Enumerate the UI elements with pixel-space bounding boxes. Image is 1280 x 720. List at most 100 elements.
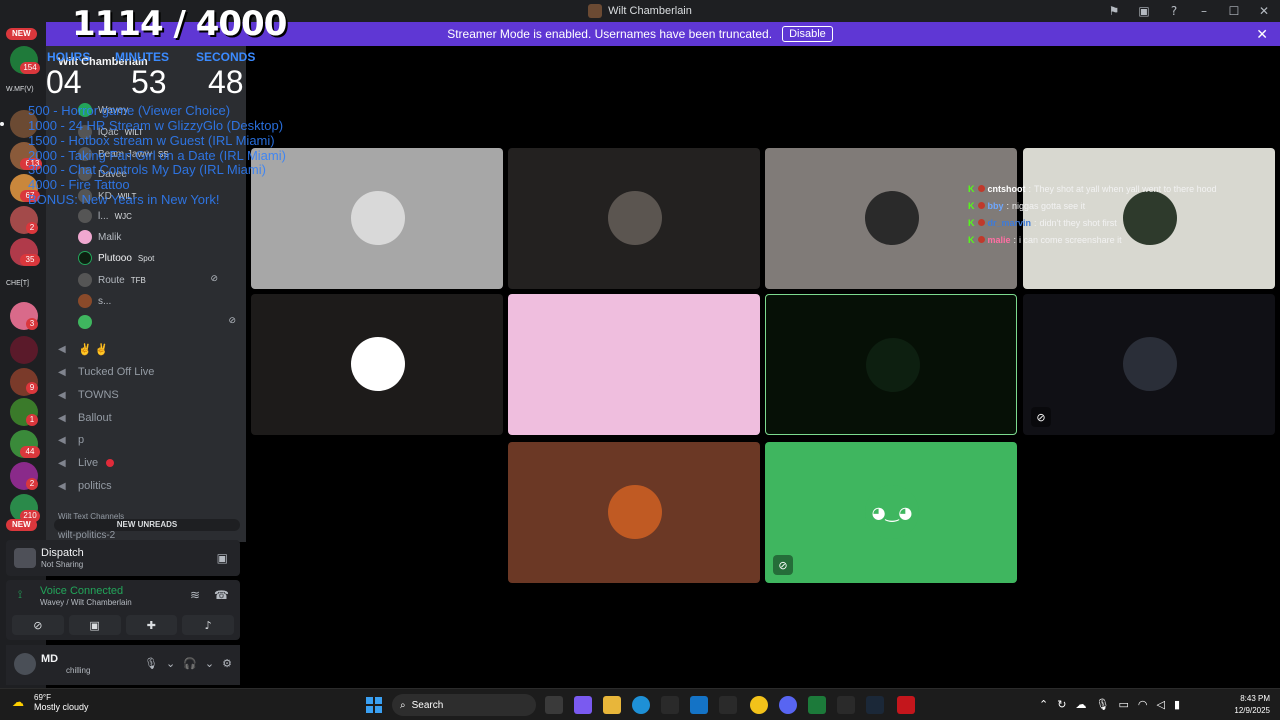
video-tile[interactable] (508, 442, 760, 583)
new-pill-bottom[interactable]: NEW (6, 519, 37, 531)
disable-streamer-mode-button[interactable]: Disable (782, 26, 833, 42)
speaker-icon: ◀ (58, 412, 66, 424)
goal-item: 500 - Horror game (Viewer Choice) (28, 103, 231, 118)
chevron-up-icon[interactable]: ⌃ (1039, 698, 1048, 711)
avatar[interactable] (14, 653, 36, 675)
voice-channel[interactable]: ◀ ✌ ✌ (58, 339, 108, 359)
system-tray: ⌃ ↻ ☁ 🎙 ▭ ◠ ◁ ▮ (1039, 698, 1180, 711)
voice-member[interactable]: l... WJC (78, 206, 132, 226)
video-tile[interactable]: ◕‿◕ ⊘ (765, 442, 1017, 583)
server-icon[interactable] (10, 336, 38, 364)
avatar (78, 273, 92, 287)
chrome-icon[interactable] (750, 696, 768, 714)
wifi-icon[interactable]: ◠ (1138, 698, 1148, 711)
chevron-down-icon[interactable]: ⌄ (166, 657, 175, 670)
store-icon[interactable] (661, 696, 679, 714)
chat-message: Kdr_marvin: didn't they shot first (968, 214, 1217, 231)
help-icon[interactable]: ? (1166, 3, 1182, 19)
video-tile[interactable] (508, 294, 760, 435)
voice-channel[interactable]: ◀ politics (58, 476, 112, 496)
weather-widget[interactable]: ☁ 69°F Mostly cloudy (12, 693, 89, 712)
clock[interactable]: 8:43 PM 12/9/2025 (1234, 693, 1270, 717)
member-tag: Spot (137, 253, 155, 263)
maximize-icon[interactable]: ☐ (1226, 3, 1242, 19)
video-tile[interactable] (508, 148, 760, 289)
windows-start-icon[interactable] (366, 697, 382, 713)
display-icon[interactable]: ▭ (1118, 698, 1128, 711)
flag-icon[interactable]: ⚑ (1106, 3, 1122, 19)
voice-status[interactable]: Voice Connected (40, 585, 123, 597)
video-tile-speaking[interactable] (765, 294, 1017, 435)
camera-button[interactable]: ⊘ (12, 615, 64, 635)
muted-mic-icon: ⊘ (228, 316, 236, 326)
voice-member[interactable]: s... (78, 291, 111, 311)
app-icon[interactable] (719, 696, 737, 714)
voice-channel[interactable]: ◀ p (58, 430, 84, 450)
share-screen-icon[interactable]: ▣ (217, 551, 228, 565)
file-explorer-icon[interactable] (603, 696, 621, 714)
headphones-icon[interactable]: 🎧 (183, 657, 197, 670)
server-label[interactable]: CHE[T] (6, 280, 29, 287)
voice-channel[interactable]: ◀ Live (58, 453, 115, 473)
voice-member[interactable]: Malik (78, 227, 121, 247)
noise-suppression-icon[interactable]: ≋ (190, 588, 200, 602)
chat-badge-icon (977, 236, 985, 243)
sync-icon[interactable]: ↻ (1057, 698, 1066, 711)
video-tile[interactable]: ⊘ (1023, 294, 1275, 435)
network-icon[interactable]: ☁ (1075, 698, 1086, 711)
dispatch-name: Dispatch (41, 547, 84, 559)
minutes-value: 53 (131, 64, 167, 100)
microphone-icon[interactable]: 🎙 (1095, 698, 1109, 711)
voice-channel[interactable]: ◀ TOWNS (58, 385, 119, 405)
voice-member[interactable] (78, 312, 92, 332)
unread-badge: 2 (26, 222, 38, 234)
video-tile[interactable] (251, 294, 503, 435)
discord-icon[interactable] (779, 696, 797, 714)
user-name[interactable]: MD (41, 653, 58, 665)
excel-icon[interactable] (808, 696, 826, 714)
mail-icon[interactable] (690, 696, 708, 714)
edge-icon[interactable] (632, 696, 650, 714)
disconnect-icon[interactable]: ☎ (214, 588, 229, 602)
server-label[interactable]: W.MF(V) (6, 86, 34, 93)
voice-channel[interactable]: ◀ Tucked Off Live (58, 362, 154, 382)
activities-button[interactable]: ✚ (125, 615, 178, 635)
kick-logo-icon: K (968, 183, 975, 194)
taskbar-search[interactable]: ⌕ Search (392, 694, 536, 716)
app-icon[interactable] (837, 696, 855, 714)
server-avatar-icon (588, 4, 603, 18)
speaker-icon: ◀ (58, 343, 66, 355)
voice-member[interactable]: Route TFB (78, 270, 146, 290)
user-status[interactable]: chilling (66, 666, 90, 675)
voice-location[interactable]: Wavey / Wilt Chamberlain (40, 598, 132, 607)
kick-logo-icon: K (968, 217, 975, 228)
voice-channel[interactable]: ◀ Ballout (58, 408, 112, 428)
weather-condition: Mostly cloudy (34, 702, 89, 712)
minutes-label: MINUTES (115, 50, 169, 64)
volume-icon[interactable]: ◁ (1156, 698, 1164, 711)
microphone-icon[interactable]: 🎙 (144, 657, 158, 670)
voice-member[interactable]: Plutooo Spot (78, 248, 154, 268)
unread-badge: 9 (26, 382, 38, 394)
inbox-icon[interactable]: ▣ (1136, 3, 1152, 19)
signal-icon[interactable]: ⟟ (18, 588, 22, 602)
settings-gear-icon[interactable]: ⚙ (222, 657, 232, 670)
steam-icon[interactable] (866, 696, 884, 714)
battery-icon[interactable]: ▮ (1174, 698, 1180, 711)
copilot-icon[interactable] (574, 696, 592, 714)
chevron-down-icon[interactable]: ⌄ (205, 657, 214, 670)
muted-mic-icon: ⊘ (773, 555, 793, 575)
avatar (78, 294, 92, 308)
close-window-icon[interactable]: ✕ (1256, 3, 1272, 19)
soundboard-button[interactable]: ♪ (182, 615, 234, 635)
close-banner-icon[interactable]: ✕ (1256, 26, 1268, 43)
new-pill-top[interactable]: NEW (6, 28, 37, 40)
minimize-icon[interactable]: – (1196, 3, 1212, 19)
member-tag: WJC (114, 211, 132, 221)
video-tile[interactable] (251, 148, 503, 289)
screen-share-button[interactable]: ▣ (68, 615, 121, 635)
unread-badge: 3 (26, 318, 38, 330)
task-view-icon[interactable] (545, 696, 563, 714)
acrobat-icon[interactable] (897, 696, 915, 714)
muted-mic-icon: ⊘ (1031, 407, 1051, 427)
